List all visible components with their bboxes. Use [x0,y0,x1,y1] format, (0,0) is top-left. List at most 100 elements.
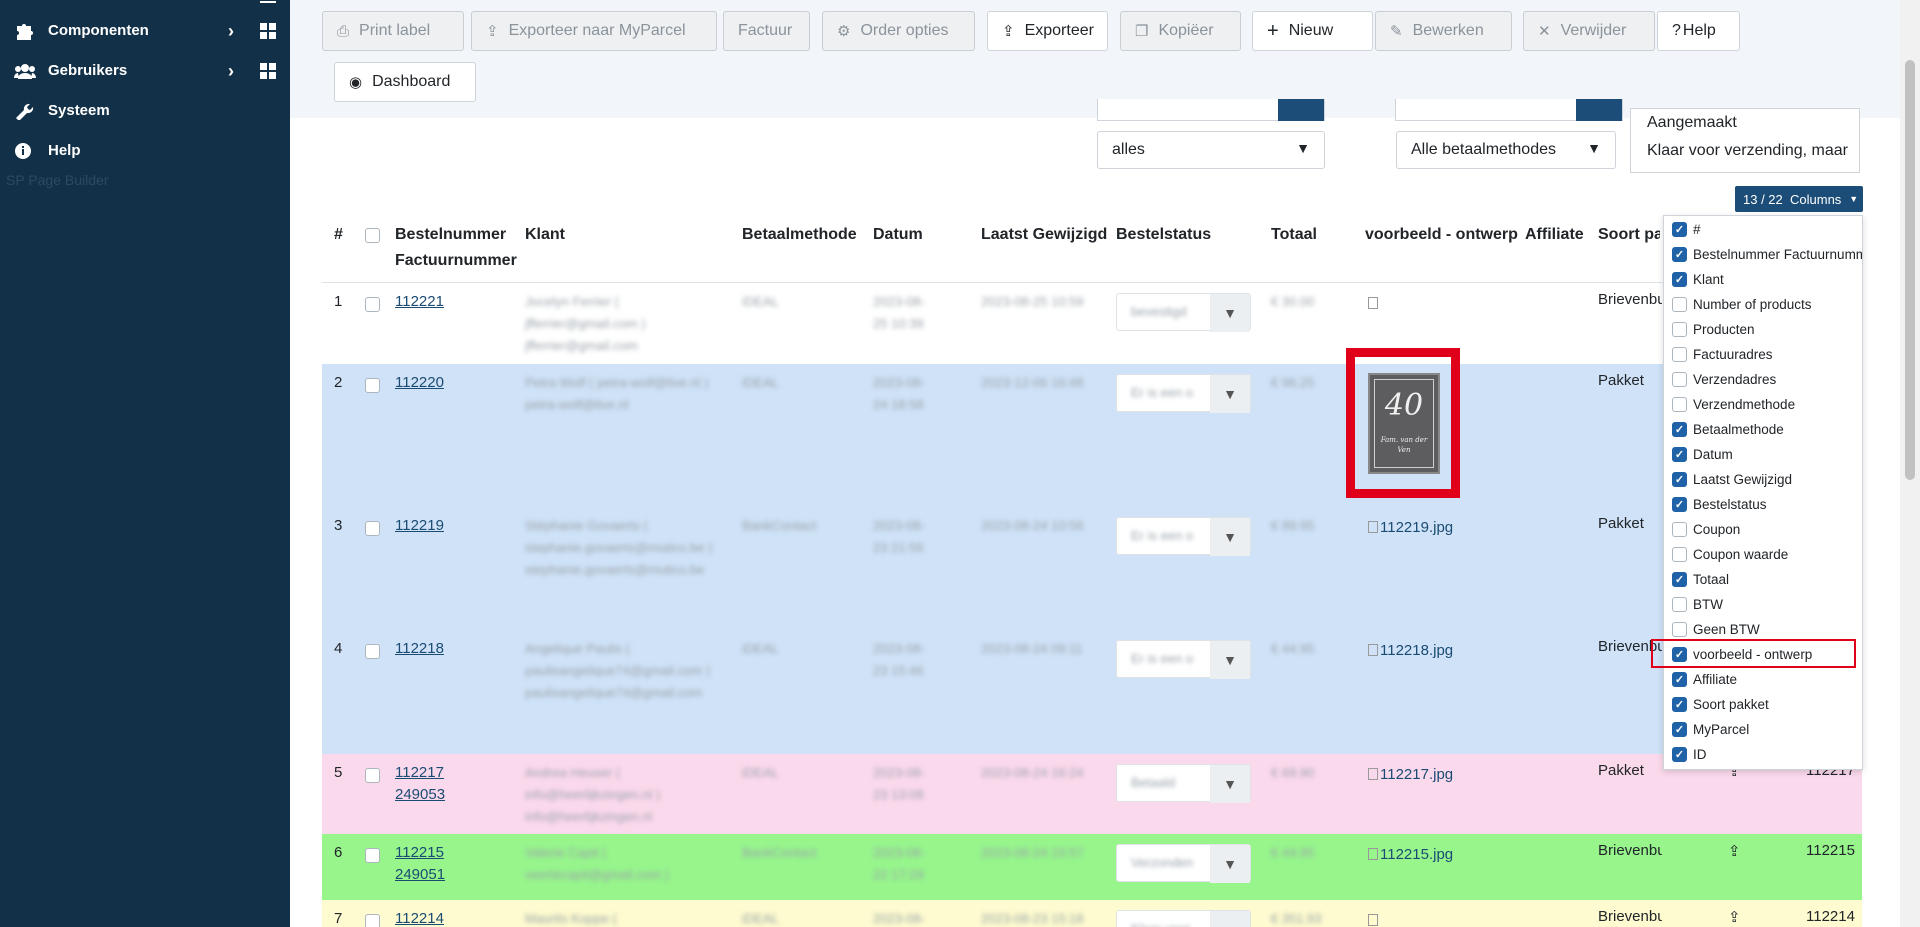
preview-image[interactable]: 112215.jpg [1368,846,1453,863]
header-total[interactable]: Totaal [1271,222,1317,248]
filter-search-1[interactable] [1097,99,1325,121]
checkbox-empty-icon[interactable] [1672,596,1687,612]
column-option[interactable]: ✓ Klant [1672,269,1862,289]
preview-image[interactable]: 112218.jpg [1368,642,1453,659]
checkbox-empty-icon[interactable] [1672,346,1687,362]
column-option[interactable]: ✓ Soort pakket [1672,694,1862,714]
scrollbar-thumb[interactable] [1905,60,1915,480]
checkbox-checked-icon[interactable]: ✓ [1672,571,1687,587]
copy-button[interactable]: ❐ Kopiëer [1120,11,1241,51]
filter-select-alles[interactable]: alles ▼ [1097,131,1325,169]
status-select[interactable]: bevestigd ▼ [1116,293,1251,332]
column-option[interactable]: Number of products [1672,294,1862,314]
order-number-link[interactable]: 112217 [395,764,444,781]
column-option[interactable]: ✓ Bestelstatus [1672,494,1862,514]
status-select[interactable]: Verzonden ▼ [1116,844,1251,883]
export-button[interactable]: ⇪ Exporteer [987,11,1108,51]
header-order[interactable]: Bestelnummer Factuurnummer [395,222,517,274]
upload-icon[interactable]: ⇪ [1728,909,1741,926]
columns-toggle-button[interactable]: 13 / 22 Columns ▼ [1735,186,1863,212]
sidebar-item-sp-page-builder[interactable]: SP Page Builder [6,172,108,188]
header-payment[interactable]: Betaalmethode [742,222,857,248]
column-option[interactable]: BTW [1672,594,1862,614]
header-package[interactable]: Soort pakket [1598,222,1660,248]
header-preview[interactable]: voorbeeld - ontwerp [1365,222,1518,248]
checkbox-empty-icon[interactable] [1672,621,1687,637]
status-option[interactable]: Klaar voor verzending, maar [1631,137,1859,165]
status-select[interactable]: Er is een o ▼ [1116,640,1251,679]
column-option[interactable]: ✓ Betaalmethode [1672,419,1862,439]
column-option[interactable]: ✓ ID [1672,744,1862,764]
sidebar-item-componenten[interactable]: Componenten › [0,11,290,51]
invoice-number-link[interactable]: 249053 [395,786,445,803]
row-checkbox[interactable] [365,378,380,393]
checkbox-checked-icon[interactable]: ✓ [1672,446,1687,462]
select-all-checkbox[interactable] [365,228,380,243]
checkbox-empty-icon[interactable] [1672,371,1687,387]
invoice-button[interactable]: Factuur [723,11,810,51]
filter-select-payment[interactable]: Alle betaalmethodes ▼ [1396,131,1616,169]
new-button[interactable]: + Nieuw [1252,11,1373,51]
status-select[interactable]: Er is een o ▼ [1116,517,1251,556]
status-option[interactable]: Aangemaakt [1631,109,1859,137]
checkbox-checked-icon[interactable]: ✓ [1672,721,1687,737]
header-status[interactable]: Bestelstatus [1116,222,1211,248]
search-button[interactable] [1278,99,1324,121]
order-options-button[interactable]: ⚙ Order opties [822,11,975,51]
column-option[interactable]: ✓ Datum [1672,444,1862,464]
page-scrollbar[interactable] [1900,0,1920,927]
sidebar-item-gebruikers[interactable]: Gebruikers › [0,51,290,91]
column-option[interactable]: Geen BTW [1672,619,1862,639]
column-option[interactable]: Coupon [1672,519,1862,539]
column-option[interactable]: ✓ Bestelnummer Factuurnummer [1672,244,1862,264]
column-option[interactable]: Coupon waarde [1672,544,1862,564]
row-checkbox[interactable] [365,521,380,536]
sidebar-item-help[interactable]: Help [0,131,290,171]
checkbox-empty-icon[interactable] [1672,546,1687,562]
column-option[interactable]: ✓ # [1672,219,1862,239]
filter-search-2[interactable] [1395,99,1623,121]
preview-image[interactable] [1368,295,1380,312]
row-checkbox[interactable] [365,914,380,927]
header-modified[interactable]: Laatst Gewijzigd [981,222,1107,248]
column-option[interactable]: Factuuradres [1672,344,1862,364]
row-checkbox[interactable] [365,768,380,783]
checkbox-checked-icon[interactable]: ✓ [1672,496,1687,512]
column-option[interactable]: Verzendmethode [1672,394,1862,414]
checkbox-checked-icon[interactable]: ✓ [1672,746,1687,762]
column-option[interactable]: ✓ Totaal [1672,569,1862,589]
preview-image[interactable]: 112219.jpg [1368,519,1453,536]
preview-image[interactable] [1368,912,1380,927]
help-button[interactable]: ? Help [1657,11,1740,51]
status-multiselect[interactable]: Aangemaakt Klaar voor verzending, maar [1630,108,1860,173]
header-customer[interactable]: Klant [525,222,565,248]
header-date[interactable]: Datum [873,222,923,248]
checkbox-empty-icon[interactable] [1672,521,1687,537]
edit-button[interactable]: ✎ Bewerken [1375,11,1512,51]
print-label-button[interactable]: ⎙ Print label [322,11,464,51]
column-option[interactable]: Verzendadres [1672,369,1862,389]
chevron-right-icon[interactable]: › [228,61,234,82]
sidebar-item-systeem[interactable]: Systeem [0,91,290,131]
preview-image[interactable]: 112217.jpg [1368,766,1453,783]
grid-icon[interactable] [260,23,276,39]
order-number-link[interactable]: 112219 [395,517,444,534]
upload-icon[interactable]: ⇪ [1728,843,1741,860]
invoice-number-link[interactable]: 249051 [395,866,445,883]
header-affiliate[interactable]: Affiliate [1525,222,1584,248]
delete-button[interactable]: ✕ Verwijder [1523,11,1655,51]
checkbox-empty-icon[interactable] [1672,296,1687,312]
checkbox-checked-icon[interactable]: ✓ [1672,271,1687,287]
column-option[interactable]: ✓ Laatst Gewijzigd [1672,469,1862,489]
checkbox-checked-icon[interactable]: ✓ [1672,671,1687,687]
checkbox-checked-icon[interactable]: ✓ [1672,421,1687,437]
checkbox-checked-icon[interactable]: ✓ [1672,221,1687,237]
export-myparcel-button[interactable]: ⇪ Exporteer naar MyParcel [471,11,717,51]
checkbox-empty-icon[interactable] [1672,396,1687,412]
dashboard-button[interactable]: ◉ Dashboard [334,62,476,102]
status-select[interactable]: Betaald ▼ [1116,764,1251,803]
row-checkbox[interactable] [365,644,380,659]
checkbox-checked-icon[interactable]: ✓ [1672,696,1687,712]
status-select[interactable]: Er is een o ▼ [1116,374,1251,413]
row-checkbox[interactable] [365,297,380,312]
